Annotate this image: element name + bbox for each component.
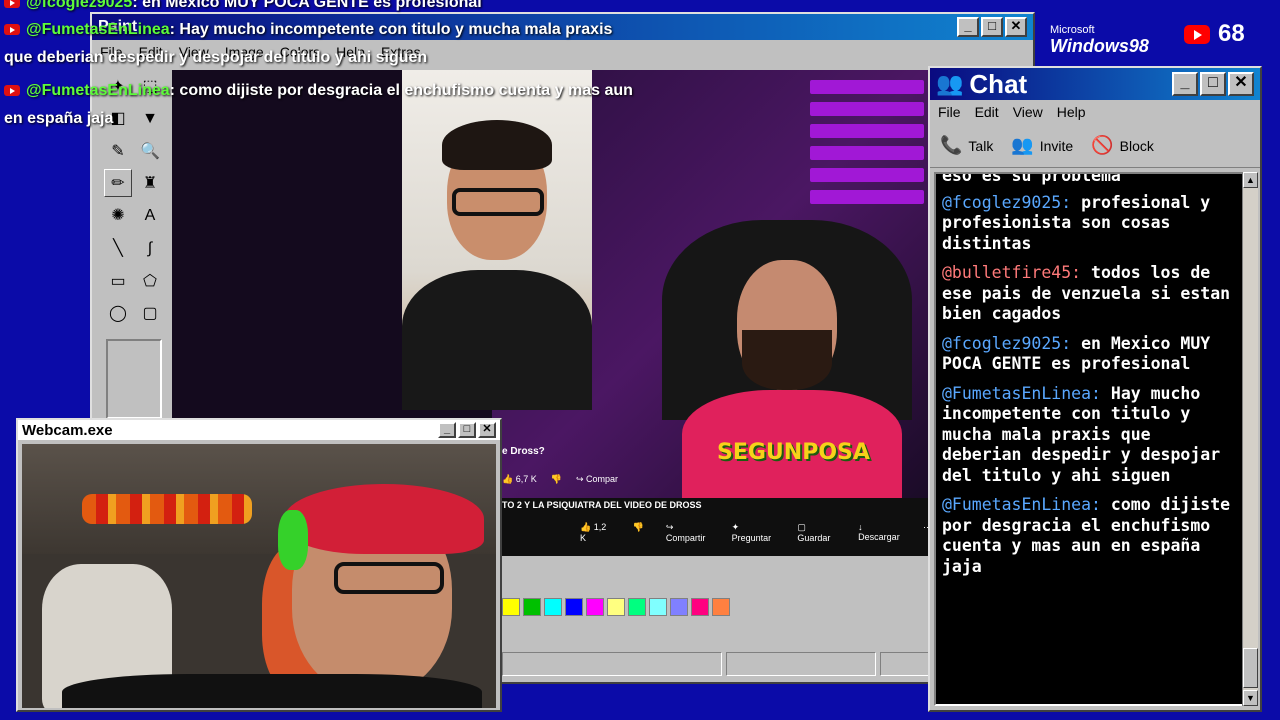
- share-small[interactable]: ↪ Compar: [576, 474, 618, 485]
- maximize-button[interactable]: □: [1200, 72, 1226, 96]
- color-swatch[interactable]: [544, 598, 562, 616]
- headset: [278, 510, 308, 570]
- overlay-message: @fcoglez9025: en Mexico MUY POCA GENTE e…: [4, 0, 482, 12]
- overlay-message: @FumetasEnLinea: Hay mucho incompetente …: [4, 21, 612, 39]
- webcam-feed: [22, 444, 496, 708]
- overlay-message: @FumetasEnLinea: como dijiste por desgra…: [4, 82, 633, 100]
- maximize-button[interactable]: □: [458, 422, 476, 438]
- curve-icon[interactable]: ∫: [136, 235, 164, 263]
- video-title: TO 2 Y LA PSIQUIATRA DEL VIDEO DE DROSS: [502, 500, 702, 510]
- chat-message: @bulletfire45: todos los de ese pais de …: [942, 263, 1236, 325]
- phone-icon: 📞: [940, 135, 963, 155]
- color-swatch[interactable]: [628, 598, 646, 616]
- brush-icon[interactable]: ♜: [136, 169, 164, 197]
- scroll-thumb[interactable]: [1243, 648, 1258, 688]
- color-swatch[interactable]: [712, 598, 730, 616]
- ellipse-icon[interactable]: ◯: [104, 299, 132, 327]
- chat-menubar: File Edit View Help: [930, 100, 1260, 124]
- chat-username[interactable]: @fcoglez9025:: [942, 193, 1071, 212]
- minimize-button[interactable]: _: [1172, 72, 1198, 96]
- overlay-message-continuation: que deberian despedir y despojar del tit…: [4, 49, 428, 66]
- segunposa-logo: SEGUNPOSA: [717, 440, 870, 465]
- color-swatch[interactable]: [691, 598, 709, 616]
- like-count-small[interactable]: 👍 6,7 K: [502, 474, 537, 485]
- color-swatch[interactable]: [607, 598, 625, 616]
- chat-username[interactable]: @fcoglez9025:: [942, 334, 1071, 353]
- menu-help[interactable]: Help: [1057, 104, 1086, 120]
- invite-icon: 👥: [1011, 135, 1034, 155]
- share-button[interactable]: ↪ Compartir: [666, 522, 710, 543]
- pencil-icon[interactable]: ✏: [104, 169, 132, 197]
- color-palette: [502, 598, 730, 616]
- color-swatch[interactable]: [523, 598, 541, 616]
- menu-file[interactable]: File: [938, 104, 961, 120]
- chat-message: @FumetasEnLinea: Hay mucho incompetente …: [942, 384, 1236, 487]
- chat-username[interactable]: @FumetasEnLinea:: [942, 384, 1101, 403]
- youtube-icon: [1184, 24, 1210, 44]
- rounded-rect-icon[interactable]: ▢: [136, 299, 164, 327]
- color-swatch[interactable]: [565, 598, 583, 616]
- download-button[interactable]: ↓ Descargar: [858, 522, 901, 543]
- chat-window: 👥 Chat _ □ ✕ File Edit View Help 📞 Talk 👥…: [928, 66, 1262, 712]
- menu-view[interactable]: View: [1013, 104, 1043, 120]
- youtube-icon: [4, 0, 20, 9]
- save-button[interactable]: ▢ Guardar: [797, 522, 836, 543]
- talk-button[interactable]: 📞 Talk: [940, 135, 993, 156]
- chat-username[interactable]: @FumetasEnLinea:: [942, 495, 1101, 514]
- color-swatch[interactable]: [649, 598, 667, 616]
- ask-button[interactable]: ✦ Preguntar: [732, 522, 776, 543]
- color-swatch[interactable]: [586, 598, 604, 616]
- fill-icon[interactable]: ▼: [136, 105, 164, 133]
- chat-scrollbar[interactable]: ▲ ▼: [1242, 172, 1258, 706]
- chat-titlebar[interactable]: 👥 Chat _ □ ✕: [930, 68, 1260, 100]
- close-button[interactable]: ✕: [1005, 17, 1027, 37]
- minimize-button[interactable]: _: [957, 17, 979, 37]
- chat-toolbar: 📞 Talk 👥 Invite 🚫 Block: [930, 124, 1260, 168]
- video-inner-chat: [810, 80, 924, 212]
- color-swatch[interactable]: [670, 598, 688, 616]
- chat-message-cut: eso es su problema: [942, 172, 1121, 185]
- airbrush-icon[interactable]: ✺: [104, 201, 132, 229]
- magnifier-icon[interactable]: 🔍: [136, 137, 164, 165]
- block-icon: 🚫: [1091, 135, 1114, 155]
- dislike-icon[interactable]: 👎: [633, 522, 644, 543]
- chat-message: @FumetasEnLinea: como dijiste por desgra…: [942, 495, 1236, 577]
- close-button[interactable]: ✕: [1228, 72, 1254, 96]
- video-person-left: [402, 70, 592, 410]
- line-icon[interactable]: ╲: [104, 234, 132, 262]
- like-button[interactable]: 👍 1,2 K: [580, 522, 611, 543]
- scroll-up-icon[interactable]: ▲: [1243, 172, 1258, 188]
- minimize-button[interactable]: _: [438, 422, 456, 438]
- scroll-down-icon[interactable]: ▼: [1243, 690, 1258, 706]
- dislike-icon[interactable]: 👎: [551, 474, 562, 485]
- close-button[interactable]: ✕: [478, 422, 496, 438]
- color-picker-icon[interactable]: ✎: [104, 137, 132, 165]
- youtube-icon: [4, 24, 20, 36]
- menu-edit[interactable]: Edit: [975, 104, 999, 120]
- inner-video-title: e Dross?: [502, 446, 545, 457]
- windows98-logo: Microsoft Windows98: [1050, 24, 1149, 56]
- tool-options[interactable]: [106, 339, 162, 419]
- polygon-icon[interactable]: ⬠: [136, 267, 164, 295]
- invite-button[interactable]: 👥 Invite: [1011, 135, 1073, 156]
- color-swatch[interactable]: [502, 598, 520, 616]
- viewer-counter: 68: [1184, 20, 1245, 48]
- overlay-message-continuation: en españa jaja: [4, 110, 114, 127]
- webcam-title: Webcam.exe: [22, 421, 113, 439]
- maximize-button[interactable]: □: [981, 17, 1003, 37]
- chat-username[interactable]: @bulletfire45:: [942, 263, 1081, 282]
- chat-messages: eso es su problema @fcoglez9025: profesi…: [934, 172, 1244, 706]
- webcam-window: Webcam.exe _ □ ✕: [16, 418, 502, 712]
- viewer-count: 68: [1218, 20, 1245, 47]
- rectangle-icon[interactable]: ▭: [104, 267, 132, 295]
- chat-message: @fcoglez9025: en Mexico MUY POCA GENTE e…: [942, 334, 1236, 375]
- youtube-icon: [4, 85, 20, 97]
- chat-title: Chat: [969, 68, 1028, 99]
- text-icon[interactable]: A: [136, 202, 164, 230]
- webcam-titlebar[interactable]: Webcam.exe _ □ ✕: [18, 420, 500, 440]
- block-button[interactable]: 🚫 Block: [1091, 135, 1154, 156]
- users-icon: 👥: [936, 71, 964, 96]
- chat-message: @fcoglez9025: profesional y profesionist…: [942, 193, 1236, 255]
